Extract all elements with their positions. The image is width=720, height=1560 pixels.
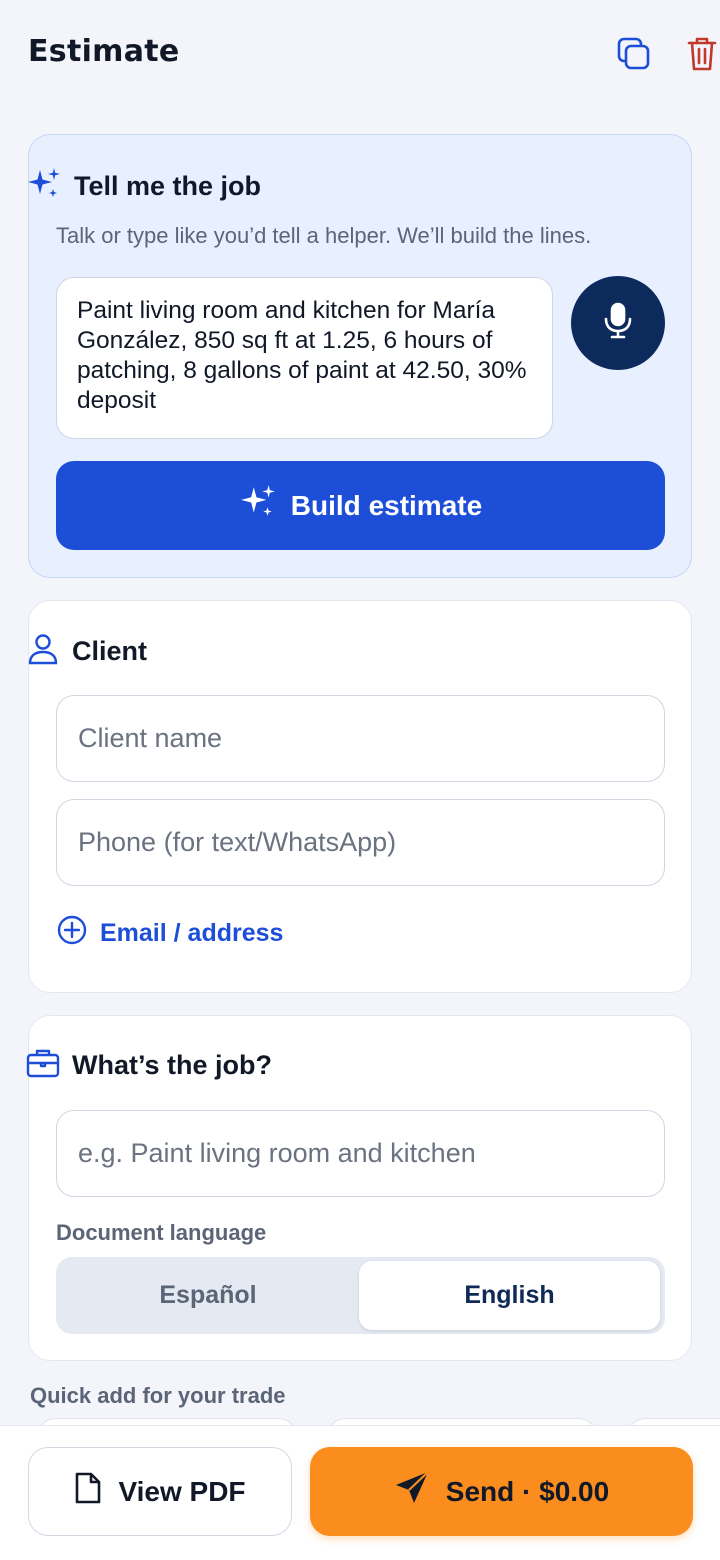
ai-card-title: Tell me the job [74,171,262,201]
view-pdf-button[interactable]: View PDF [28,1447,292,1536]
trash-icon[interactable] [682,34,720,74]
client-name-input[interactable]: Client name [56,695,665,782]
microphone-icon [603,302,633,345]
language-option-espanol[interactable]: Español [56,1257,360,1334]
add-email-address-link[interactable]: Email / address [56,914,283,953]
document-language-label: Document language [56,1220,267,1245]
quick-add-label: Quick add for your trade [30,1383,286,1408]
header: Estimate [0,0,720,100]
email-address-label: Email / address [100,919,284,947]
send-icon [394,1470,430,1513]
page-title: Estimate [28,34,180,69]
sparkles-icon [26,166,62,207]
user-icon [26,632,60,671]
document-icon [74,1471,102,1512]
job-card-title: What’s the job? [72,1050,272,1080]
job-title-input[interactable]: e.g. Paint living room and kitchen [56,1110,665,1197]
client-phone-input[interactable]: Phone (for text/WhatsApp) [56,799,665,886]
build-estimate-button[interactable]: Build estimate [56,461,665,550]
send-label: Send · $0.00 [445,1475,610,1507]
view-pdf-label: View PDF [118,1475,246,1507]
language-option-english[interactable]: English [359,1261,660,1330]
client-card-title: Client [72,636,148,666]
language-segmented-control: Español English [56,1257,665,1334]
ai-card-subtitle: Talk or type like you’d tell a helper. W… [56,223,592,248]
sparkles-icon [239,483,277,528]
job-card-header: What’s the job? [26,1046,272,1085]
job-description-input[interactable]: Paint living room and kitchen for María … [56,277,553,439]
plus-circle-icon [56,914,88,953]
briefcase-icon [26,1046,60,1085]
microphone-button[interactable] [571,276,665,370]
send-estimate-button[interactable]: Send · $0.00 [310,1447,693,1536]
copy-icon[interactable] [614,34,654,74]
client-card-header: Client [26,632,147,671]
ai-card-header: Tell me the job [26,166,261,207]
build-estimate-label: Build estimate [290,489,483,521]
